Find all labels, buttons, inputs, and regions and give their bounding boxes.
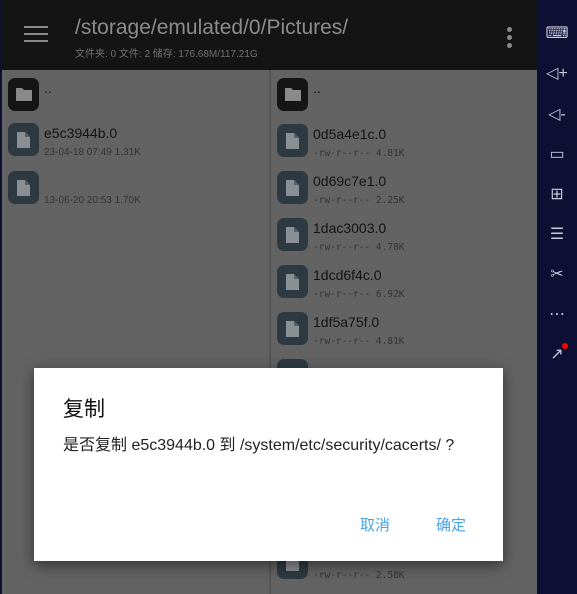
file-name: 0d69c7e1.0: [313, 173, 387, 189]
list-item[interactable]: 1df5a75f.0 -rw-r--r-- 4.81K: [277, 312, 532, 356]
file-icon: [8, 123, 39, 156]
list-item[interactable]: 0d69c7e1.0 -rw-r--r-- 2.25K: [277, 171, 532, 215]
volume-up-icon[interactable]: ◁+: [545, 62, 569, 86]
stack-icon[interactable]: ☰: [545, 223, 569, 247]
file-name: 0d5a4e1c.0: [313, 126, 387, 142]
file-meta: -rw-r--r-- 2.58K: [313, 570, 405, 581]
top-bar: /storage/emulated/0/Pictures/ 文件夹: 0 文件:…: [0, 0, 537, 70]
more-icon[interactable]: ⋯: [545, 303, 569, 327]
file-icon: [277, 265, 308, 298]
list-item[interactable]: e5c3944b.0 23-04-18 07:49 1.31K: [8, 123, 263, 167]
file-meta: -rw-r--r-- 4.78K: [313, 242, 405, 253]
dialog-message: 是否复制 e5c3944b.0 到 /system/etc/security/c…: [63, 437, 455, 454]
volume-down-icon[interactable]: ◁-: [545, 103, 569, 127]
file-name: ..: [44, 80, 52, 96]
file-name: 1df5a75f.0: [313, 314, 380, 330]
confirm-button[interactable]: 确定: [436, 514, 466, 535]
list-item[interactable]: ..: [277, 78, 532, 122]
list-item[interactable]: 13-06-20 20:53 1.70K: [8, 171, 263, 215]
file-icon: [8, 171, 39, 204]
file-meta: -rw-r--r-- 2.25K: [313, 195, 405, 206]
file-meta: -rw-r--r-- 4.81K: [313, 148, 405, 159]
emulator-sidebar: ⌨ ◁+ ◁- ▭ ⊞ ☰ ✂ ⋯ ↗: [537, 0, 577, 594]
list-item[interactable]: 1dac3003.0 -rw-r--r-- 4.78K: [277, 218, 532, 262]
file-meta: 23-04-18 07:49 1.31K: [44, 147, 141, 158]
copy-dialog: 复制 是否复制 e5c3944b.0 到 /system/etc/securit…: [34, 368, 503, 561]
path-title: /storage/emulated/0/Pictures/: [75, 16, 349, 39]
file-icon: [277, 312, 308, 345]
file-name: 1dcd6f4c.0: [313, 267, 382, 283]
file-meta: -rw-r--r-- 6.92K: [313, 289, 405, 300]
list-item[interactable]: 0d5a4e1c.0 -rw-r--r-- 4.81K: [277, 124, 532, 168]
cancel-button[interactable]: 取消: [360, 514, 390, 535]
list-item[interactable]: ..: [8, 78, 263, 122]
file-icon: [277, 218, 308, 251]
file-icon: [277, 124, 308, 157]
screen-icon[interactable]: ▭: [545, 143, 569, 167]
dialog-title: 复制: [63, 398, 105, 421]
file-meta: -rw-r--r-- 4.81K: [313, 336, 405, 347]
storage-info: 文件夹: 0 文件: 2 储存: 176.68M/117.21G: [75, 49, 258, 60]
menu-icon[interactable]: [24, 26, 48, 44]
scissors-icon[interactable]: ✂: [545, 263, 569, 287]
keyboard-icon[interactable]: ⌨: [545, 22, 569, 46]
file-meta: 13-06-20 20:53 1.70K: [44, 195, 141, 206]
list-item[interactable]: 1dcd6f4c.0 -rw-r--r-- 6.92K: [277, 265, 532, 309]
notification-dot: [562, 343, 568, 349]
file-name: e5c3944b.0: [44, 125, 118, 141]
install-apk-icon[interactable]: ⊞: [545, 183, 569, 207]
more-options-icon[interactable]: [507, 27, 513, 51]
file-name: 1dac3003.0: [313, 220, 387, 236]
folder-icon: [8, 78, 39, 111]
share-icon[interactable]: ↗: [545, 343, 569, 367]
file-icon: [277, 171, 308, 204]
file-name: ..: [313, 80, 321, 96]
folder-icon: [277, 78, 308, 111]
